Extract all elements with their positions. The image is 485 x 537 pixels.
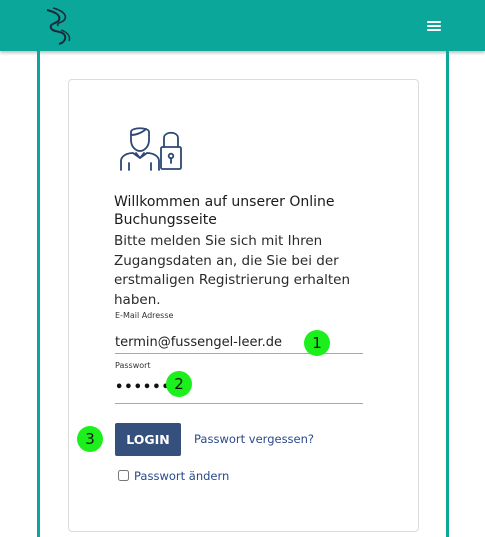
welcome-heading: Willkommen auf unserer Online Buchungsse… <box>114 194 335 228</box>
annotation-marker-3: 3 <box>77 426 103 452</box>
swirl-logo-icon[interactable] <box>41 6 77 46</box>
password-label: Passwort <box>115 361 151 370</box>
top-navbar <box>0 0 485 51</box>
password-value: •••••• <box>115 380 171 395</box>
right-accent-border <box>446 51 449 537</box>
forgot-password-link[interactable]: Passwort vergessen? <box>194 432 314 446</box>
welcome-instructions: Bitte melden Sie sich mit Ihren Zugangsd… <box>114 233 351 308</box>
change-password-checkbox[interactable] <box>118 470 129 481</box>
user-lock-icon <box>120 127 182 171</box>
hamburger-menu-icon[interactable] <box>423 16 445 36</box>
email-label: E-Mail Adresse <box>115 311 174 320</box>
annotation-marker-2: 2 <box>166 371 192 397</box>
change-password-label: Passwort ändern <box>134 469 230 483</box>
left-accent-border <box>37 51 40 537</box>
annotation-marker-1: 1 <box>304 330 330 356</box>
change-password-option[interactable]: Passwort ändern <box>118 469 229 483</box>
login-button[interactable]: LOGIN <box>115 423 181 456</box>
